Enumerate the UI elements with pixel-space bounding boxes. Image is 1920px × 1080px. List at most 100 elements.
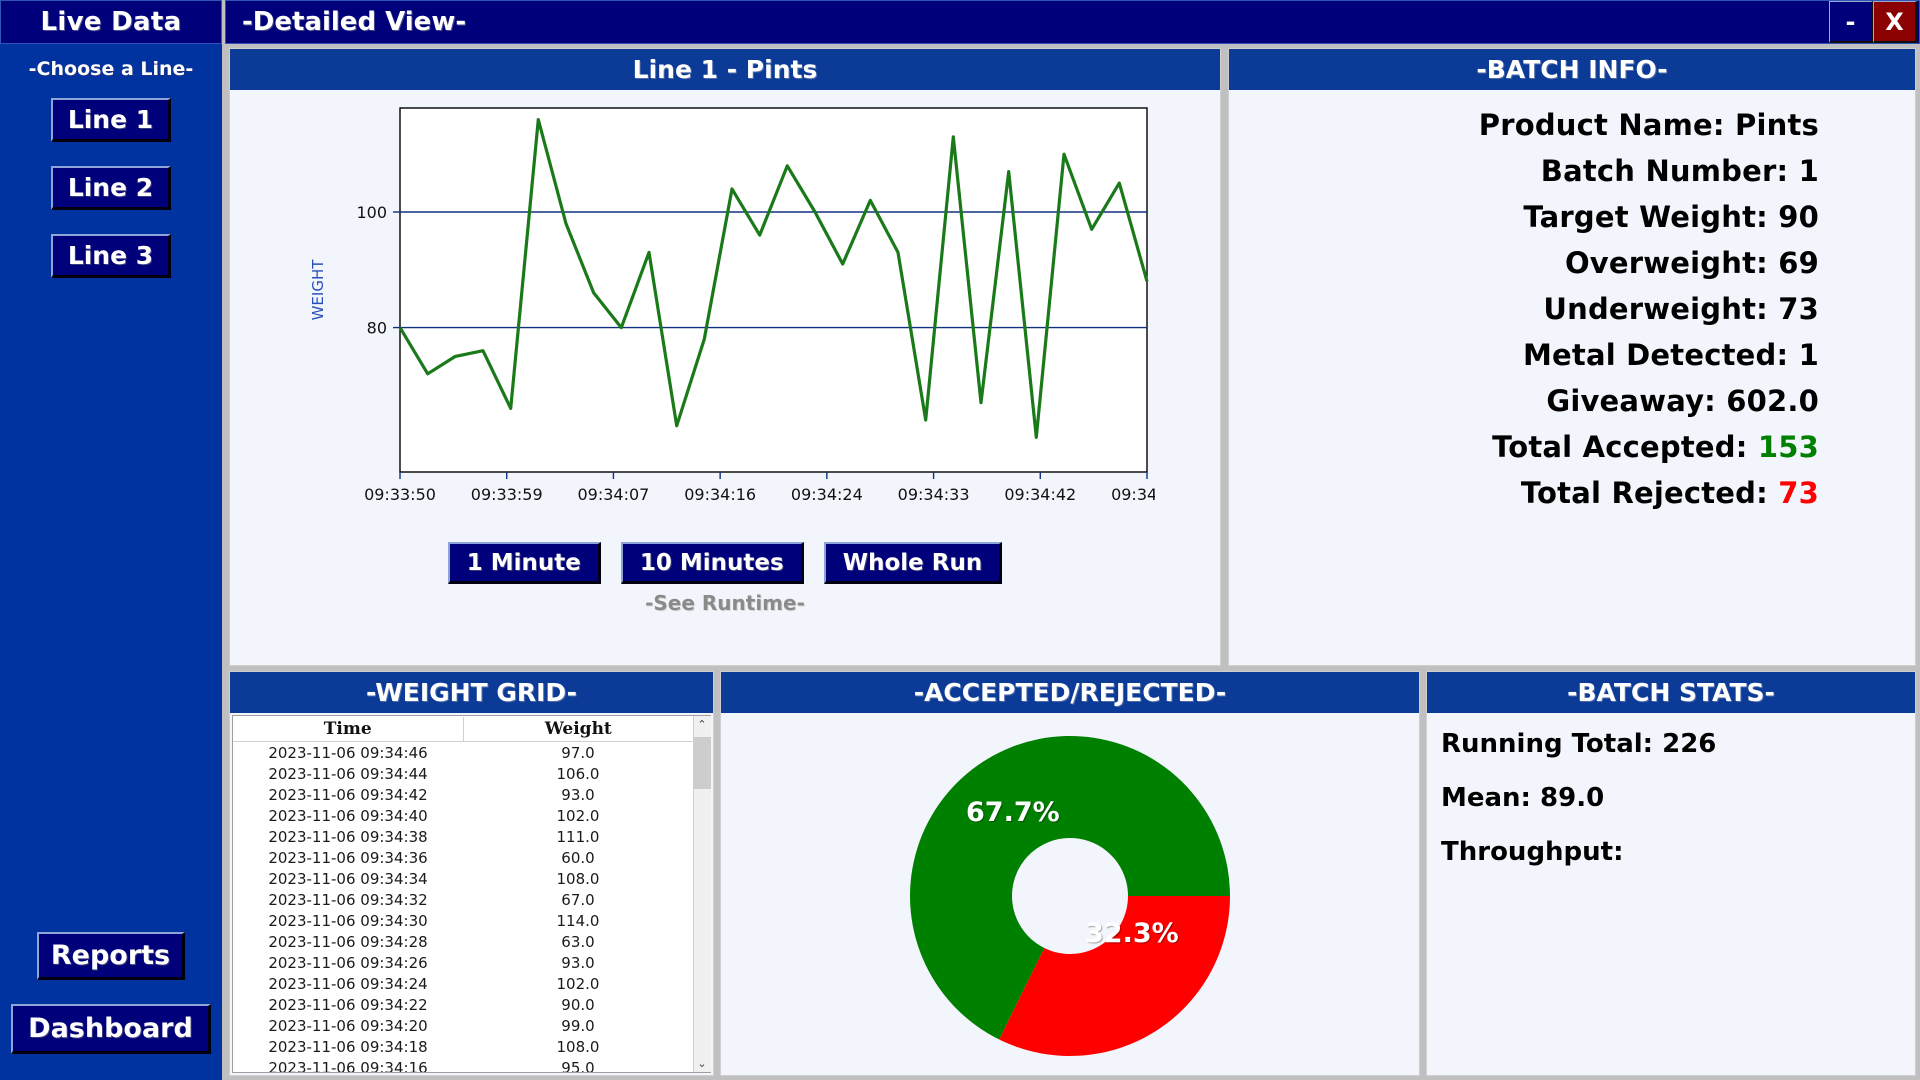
- cell-weight: 102.0: [556, 974, 600, 993]
- table-row[interactable]: 2023-11-06 09:34:30 114.0: [233, 910, 693, 931]
- table-row[interactable]: 2023-11-06 09:34:16 95.0: [233, 1057, 693, 1073]
- batch-info-row: Metal Detected: 1: [1229, 338, 1819, 372]
- cell-time: 2023-11-06 09:34:20: [268, 1016, 428, 1035]
- scroll-up-icon[interactable]: ⌃: [693, 716, 711, 733]
- sidebar-subtitle: -Choose a Line-: [28, 58, 194, 80]
- batch-info-label: Metal Detected:: [1522, 338, 1799, 372]
- accepted-rejected-header: -ACCEPTED/REJECTED-: [721, 672, 1419, 713]
- close-button[interactable]: X: [1873, 1, 1917, 43]
- line-selector-group: Line 1 Line 2 Line 3: [0, 98, 222, 278]
- reports-button[interactable]: Reports: [37, 932, 185, 980]
- table-row[interactable]: 2023-11-06 09:34:32 67.0: [233, 889, 693, 910]
- batch-info-label: Underweight:: [1543, 292, 1779, 326]
- cell-time: 2023-11-06 09:34:36: [268, 848, 428, 867]
- batch-info-value: 602.0: [1726, 384, 1819, 418]
- main-area: -Detailed View- - X Line 1 - Pints 80 100…: [225, 0, 1920, 1080]
- svg-text:09:34:50: 09:34:50: [1111, 485, 1155, 504]
- batch-info-value: 90: [1778, 200, 1819, 234]
- table-row[interactable]: 2023-11-06 09:34:28 63.0: [233, 931, 693, 952]
- content-region: Line 1 - Pints 80 100 WEIGHT 09:33:50 09:33:…: [225, 44, 1920, 1080]
- cell-time: 2023-11-06 09:34:32: [268, 890, 428, 909]
- time-range-buttons: 1 Minute 10 Minutes Whole Run: [447, 542, 1003, 584]
- scrollbar-track[interactable]: [693, 733, 711, 1055]
- cell-time: 2023-11-06 09:34:24: [268, 974, 428, 993]
- table-row[interactable]: 2023-11-06 09:34:26 93.0: [233, 952, 693, 973]
- sidebar-item-line-2[interactable]: Line 2: [51, 166, 171, 210]
- batch-stats-panel: -BATCH STATS- Running Total: 226 Mean: 89…: [1426, 671, 1916, 1076]
- batch-info-header: -BATCH INFO-: [1229, 49, 1915, 90]
- table-row[interactable]: 2023-11-06 09:34:40 102.0: [233, 805, 693, 826]
- cell-weight: 99.0: [561, 1016, 595, 1035]
- table-row[interactable]: 2023-11-06 09:34:42 93.0: [233, 784, 693, 805]
- accepted-rejected-body: 67.7% 32.3%: [721, 713, 1419, 1075]
- line-chart-header: Line 1 - Pints: [230, 49, 1220, 90]
- batch-info-value: 153: [1757, 430, 1819, 464]
- cell-weight: 95.0: [561, 1058, 595, 1073]
- see-runtime-note: -See Runtime-: [645, 591, 805, 615]
- scrollbar-thumb[interactable]: [693, 737, 711, 789]
- cell-weight: 97.0: [561, 743, 595, 762]
- batch-info-row: Underweight: 73: [1229, 292, 1819, 326]
- cell-time: 2023-11-06 09:34:38: [268, 827, 428, 846]
- table-row[interactable]: 2023-11-06 09:34:34 108.0: [233, 868, 693, 889]
- weight-grid-rows: 2023-11-06 09:34:46 97.0 2023-11-06 09:34:…: [233, 742, 693, 1073]
- column-header-weight: Weight: [544, 718, 612, 739]
- window-title: -Detailed View-: [242, 7, 467, 37]
- batch-info-row: Total Rejected: 73: [1229, 476, 1819, 510]
- batch-info-value: 69: [1778, 246, 1819, 280]
- sidebar-title: Live Data: [0, 0, 222, 44]
- batch-info-row: Product Name: Pints: [1229, 108, 1819, 142]
- sidebar-item-line-1[interactable]: Line 1: [51, 98, 171, 142]
- time-range-whole-run[interactable]: Whole Run: [823, 542, 1003, 584]
- minimize-button[interactable]: -: [1829, 1, 1873, 43]
- batch-info-label: Total Accepted:: [1492, 430, 1758, 464]
- batch-stats-row: Throughput:: [1441, 837, 1624, 867]
- table-row[interactable]: 2023-11-06 09:34:46 97.0: [233, 742, 693, 763]
- cell-time: 2023-11-06 09:34:40: [268, 806, 428, 825]
- batch-info-value: 1: [1798, 154, 1819, 188]
- table-row[interactable]: 2023-11-06 09:34:44 106.0: [233, 763, 693, 784]
- batch-info-label: Target Weight:: [1523, 200, 1779, 234]
- svg-text:09:34:07: 09:34:07: [577, 485, 649, 504]
- weight-grid-scrollbar[interactable]: ⌃ ⌄: [693, 716, 711, 1072]
- batch-stats-header: -BATCH STATS-: [1427, 672, 1915, 713]
- time-range-10-minutes[interactable]: 10 Minutes: [620, 542, 804, 584]
- table-row[interactable]: 2023-11-06 09:34:18 108.0: [233, 1036, 693, 1057]
- batch-stats-row: Mean: 89.0: [1441, 783, 1605, 813]
- scroll-down-icon[interactable]: ⌄: [693, 1055, 711, 1072]
- batch-info-panel: -BATCH INFO- Product Name: Pints Batch Nu…: [1228, 48, 1916, 666]
- table-row[interactable]: 2023-11-06 09:34:20 99.0: [233, 1015, 693, 1036]
- cell-weight: 106.0: [556, 764, 600, 783]
- sidebar-item-line-3[interactable]: Line 3: [51, 234, 171, 278]
- batch-info-value: 73: [1778, 476, 1819, 510]
- accepted-rejected-donut-chart[interactable]: 67.7% 32.3%: [909, 735, 1231, 1057]
- batch-info-label: Overweight:: [1564, 246, 1779, 280]
- donut-label-accepted: 67.7%: [966, 797, 1060, 828]
- cell-weight: 111.0: [556, 827, 600, 846]
- table-row[interactable]: 2023-11-06 09:34:38 111.0: [233, 826, 693, 847]
- cell-weight: 102.0: [556, 806, 600, 825]
- weight-line-chart[interactable]: 80 100 WEIGHT 09:33:50 09:33:59 09:34:07 09:34…: [295, 100, 1183, 530]
- cell-time: 2023-11-06 09:34:16: [268, 1058, 428, 1073]
- donut-chart-svg: [910, 736, 1230, 1056]
- cell-weight: 93.0: [561, 785, 595, 804]
- sidebar-bottom-nav: Reports Dashboard: [0, 932, 222, 1054]
- batch-info-list: Product Name: Pints Batch Number: 1 Target…: [1229, 90, 1915, 510]
- sidebar: Live Data -Choose a Line- Line 1 Line 2 …: [0, 0, 225, 1080]
- weight-grid-panel: -WEIGHT GRID- Time Weight 2023-11-06 09:…: [229, 671, 714, 1076]
- batch-info-row: Total Accepted: 153: [1229, 430, 1819, 464]
- batch-info-label: Batch Number:: [1540, 154, 1799, 188]
- time-range-1-minute[interactable]: 1 Minute: [447, 542, 601, 584]
- cell-weight: 108.0: [556, 869, 600, 888]
- batch-info-row: Overweight: 69: [1229, 246, 1819, 280]
- table-row[interactable]: 2023-11-06 09:34:36 60.0: [233, 847, 693, 868]
- line-chart-panel: Line 1 - Pints 80 100 WEIGHT 09:33:50 09:33:…: [229, 48, 1221, 666]
- cell-time: 2023-11-06 09:34:42: [268, 785, 428, 804]
- bottom-row: -WEIGHT GRID- Time Weight 2023-11-06 09:…: [229, 671, 1916, 1076]
- dashboard-button[interactable]: Dashboard: [11, 1004, 211, 1054]
- cell-weight: 114.0: [556, 911, 600, 930]
- app-window: Live Data -Choose a Line- Line 1 Line 2 …: [0, 0, 1920, 1080]
- table-row[interactable]: 2023-11-06 09:34:22 90.0: [233, 994, 693, 1015]
- cell-time: 2023-11-06 09:34:46: [268, 743, 428, 762]
- table-row[interactable]: 2023-11-06 09:34:24 102.0: [233, 973, 693, 994]
